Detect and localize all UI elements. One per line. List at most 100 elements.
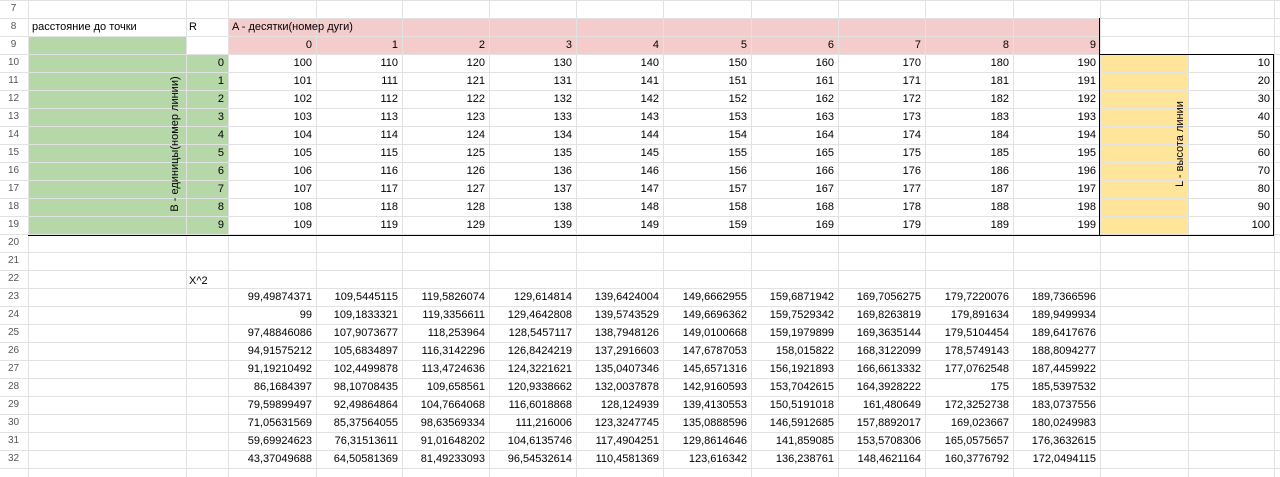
table-cell[interactable]: 187 [927, 180, 1009, 198]
x2-cell[interactable]: 64,50581369 [318, 450, 398, 468]
x2-cell[interactable]: 135,0888596 [665, 414, 747, 432]
x2-cell[interactable]: 139,5743529 [578, 306, 659, 324]
x2-cell[interactable]: 98,63569334 [404, 414, 485, 432]
height-cell[interactable]: 60 [1190, 144, 1270, 162]
height-cell[interactable]: 30 [1190, 90, 1270, 108]
table-cell[interactable]: 128 [404, 198, 485, 216]
table-cell[interactable]: 107 [230, 180, 312, 198]
row-number[interactable]: 9 [0, 39, 27, 50]
x2-cell[interactable]: 148,4621164 [840, 450, 921, 468]
row-number[interactable]: 17 [0, 183, 27, 194]
row-number[interactable]: 21 [0, 255, 27, 266]
table-cell[interactable]: 192 [1015, 90, 1096, 108]
x2-cell[interactable]: 153,5708306 [840, 432, 921, 450]
table-cell[interactable]: 127 [404, 180, 485, 198]
table-cell[interactable]: 164 [753, 126, 834, 144]
row-index-cell[interactable]: 1 [188, 72, 224, 90]
x2-cell[interactable]: 156,1921893 [753, 360, 834, 378]
table-cell[interactable]: 124 [404, 126, 485, 144]
table-cell[interactable]: 101 [230, 72, 312, 90]
table-cell[interactable]: 131 [491, 72, 572, 90]
x2-cell[interactable]: 177,0762548 [927, 360, 1009, 378]
table-cell[interactable]: 142 [578, 90, 659, 108]
table-cell[interactable]: 125 [404, 144, 485, 162]
x2-cell[interactable]: 142,9160593 [665, 378, 747, 396]
table-cell[interactable]: 197 [1015, 180, 1096, 198]
table-cell[interactable]: 118 [318, 198, 398, 216]
x2-cell[interactable]: 86,1684397 [230, 378, 312, 396]
x2-cell[interactable]: 94,91575212 [230, 342, 312, 360]
x2-cell[interactable]: 117,4904251 [578, 432, 659, 450]
row-number[interactable]: 14 [0, 129, 27, 140]
x2-cell[interactable]: 118,253964 [404, 324, 485, 342]
x2-cell[interactable]: 150,5191018 [753, 396, 834, 414]
table-cell[interactable]: 169 [753, 216, 834, 234]
x2-cell[interactable]: 110,4581369 [578, 450, 659, 468]
table-cell[interactable]: 189 [927, 216, 1009, 234]
table-cell[interactable]: 139 [491, 216, 572, 234]
x2-cell[interactable]: 98,10708435 [318, 378, 398, 396]
table-cell[interactable]: 184 [927, 126, 1009, 144]
x2-cell[interactable]: 157,8892017 [840, 414, 921, 432]
x2-cell[interactable]: 135,0407346 [578, 360, 659, 378]
x2-cell[interactable]: 189,7366596 [1015, 288, 1096, 306]
row-index-cell[interactable]: 9 [188, 216, 224, 234]
x2-cell[interactable]: 161,480649 [840, 396, 921, 414]
table-cell[interactable]: 143 [578, 108, 659, 126]
table-cell[interactable]: 154 [665, 126, 747, 144]
row-number[interactable]: 30 [0, 417, 27, 428]
x2-cell[interactable]: 85,37564055 [318, 414, 398, 432]
table-cell[interactable]: 172 [840, 90, 921, 108]
table-cell[interactable]: 111 [318, 72, 398, 90]
height-cell[interactable]: 10 [1190, 54, 1270, 72]
x2-cell[interactable]: 99,49874371 [230, 288, 312, 306]
table-cell[interactable]: 113 [318, 108, 398, 126]
row-number[interactable]: 13 [0, 111, 27, 122]
table-cell[interactable]: 152 [665, 90, 747, 108]
x2-cell[interactable]: 128,124939 [578, 396, 659, 414]
x2-cell[interactable]: 159,7529342 [753, 306, 834, 324]
x2-cell[interactable]: 189,6417676 [1015, 324, 1096, 342]
row-index-cell[interactable]: 7 [188, 180, 224, 198]
table-cell[interactable]: 162 [753, 90, 834, 108]
table-cell[interactable]: 135 [491, 144, 572, 162]
x2-cell[interactable]: 124,3221621 [491, 360, 572, 378]
row-number[interactable]: 20 [0, 237, 27, 248]
x2-cell[interactable]: 138,7948126 [578, 324, 659, 342]
table-cell[interactable]: 119 [318, 216, 398, 234]
table-cell[interactable]: 122 [404, 90, 485, 108]
column-index-cell[interactable]: 7 [840, 36, 921, 54]
row-number[interactable]: 16 [0, 165, 27, 176]
x2-cell[interactable]: 159,1979899 [753, 324, 834, 342]
table-cell[interactable]: 120 [404, 54, 485, 72]
x2-cell[interactable]: 176,3632615 [1015, 432, 1096, 450]
row-number[interactable]: 10 [0, 57, 27, 68]
table-cell[interactable]: 183 [927, 108, 1009, 126]
table-cell[interactable]: 129 [404, 216, 485, 234]
row-number[interactable]: 25 [0, 327, 27, 338]
x2-cell[interactable]: 172,0494115 [1015, 450, 1096, 468]
row-number[interactable]: 11 [0, 75, 27, 86]
row-number[interactable]: 12 [0, 93, 27, 104]
x2-cell[interactable]: 137,2916603 [578, 342, 659, 360]
column-index-cell[interactable]: 5 [665, 36, 747, 54]
table-cell[interactable]: 175 [840, 144, 921, 162]
x2-cell[interactable]: 149,6662955 [665, 288, 747, 306]
height-cell[interactable]: 100 [1190, 216, 1270, 234]
table-cell[interactable]: 181 [927, 72, 1009, 90]
row-number[interactable]: 7 [0, 3, 27, 14]
table-cell[interactable]: 198 [1015, 198, 1096, 216]
x2-cell[interactable]: 153,7042615 [753, 378, 834, 396]
row-number[interactable]: 26 [0, 345, 27, 356]
x2-cell[interactable]: 116,3142296 [404, 342, 485, 360]
x2-cell[interactable]: 120,9338662 [491, 378, 572, 396]
x2-cell[interactable]: 147,6787053 [665, 342, 747, 360]
row-number[interactable]: 29 [0, 399, 27, 410]
x2-cell[interactable]: 139,4130553 [665, 396, 747, 414]
x2-cell[interactable]: 109,5445115 [318, 288, 398, 306]
x2-cell[interactable]: 116,6018868 [491, 396, 572, 414]
table-cell[interactable]: 114 [318, 126, 398, 144]
x2-cell[interactable]: 123,616342 [665, 450, 747, 468]
x2-cell[interactable]: 91,19210492 [230, 360, 312, 378]
row-index-cell[interactable]: 6 [188, 162, 224, 180]
